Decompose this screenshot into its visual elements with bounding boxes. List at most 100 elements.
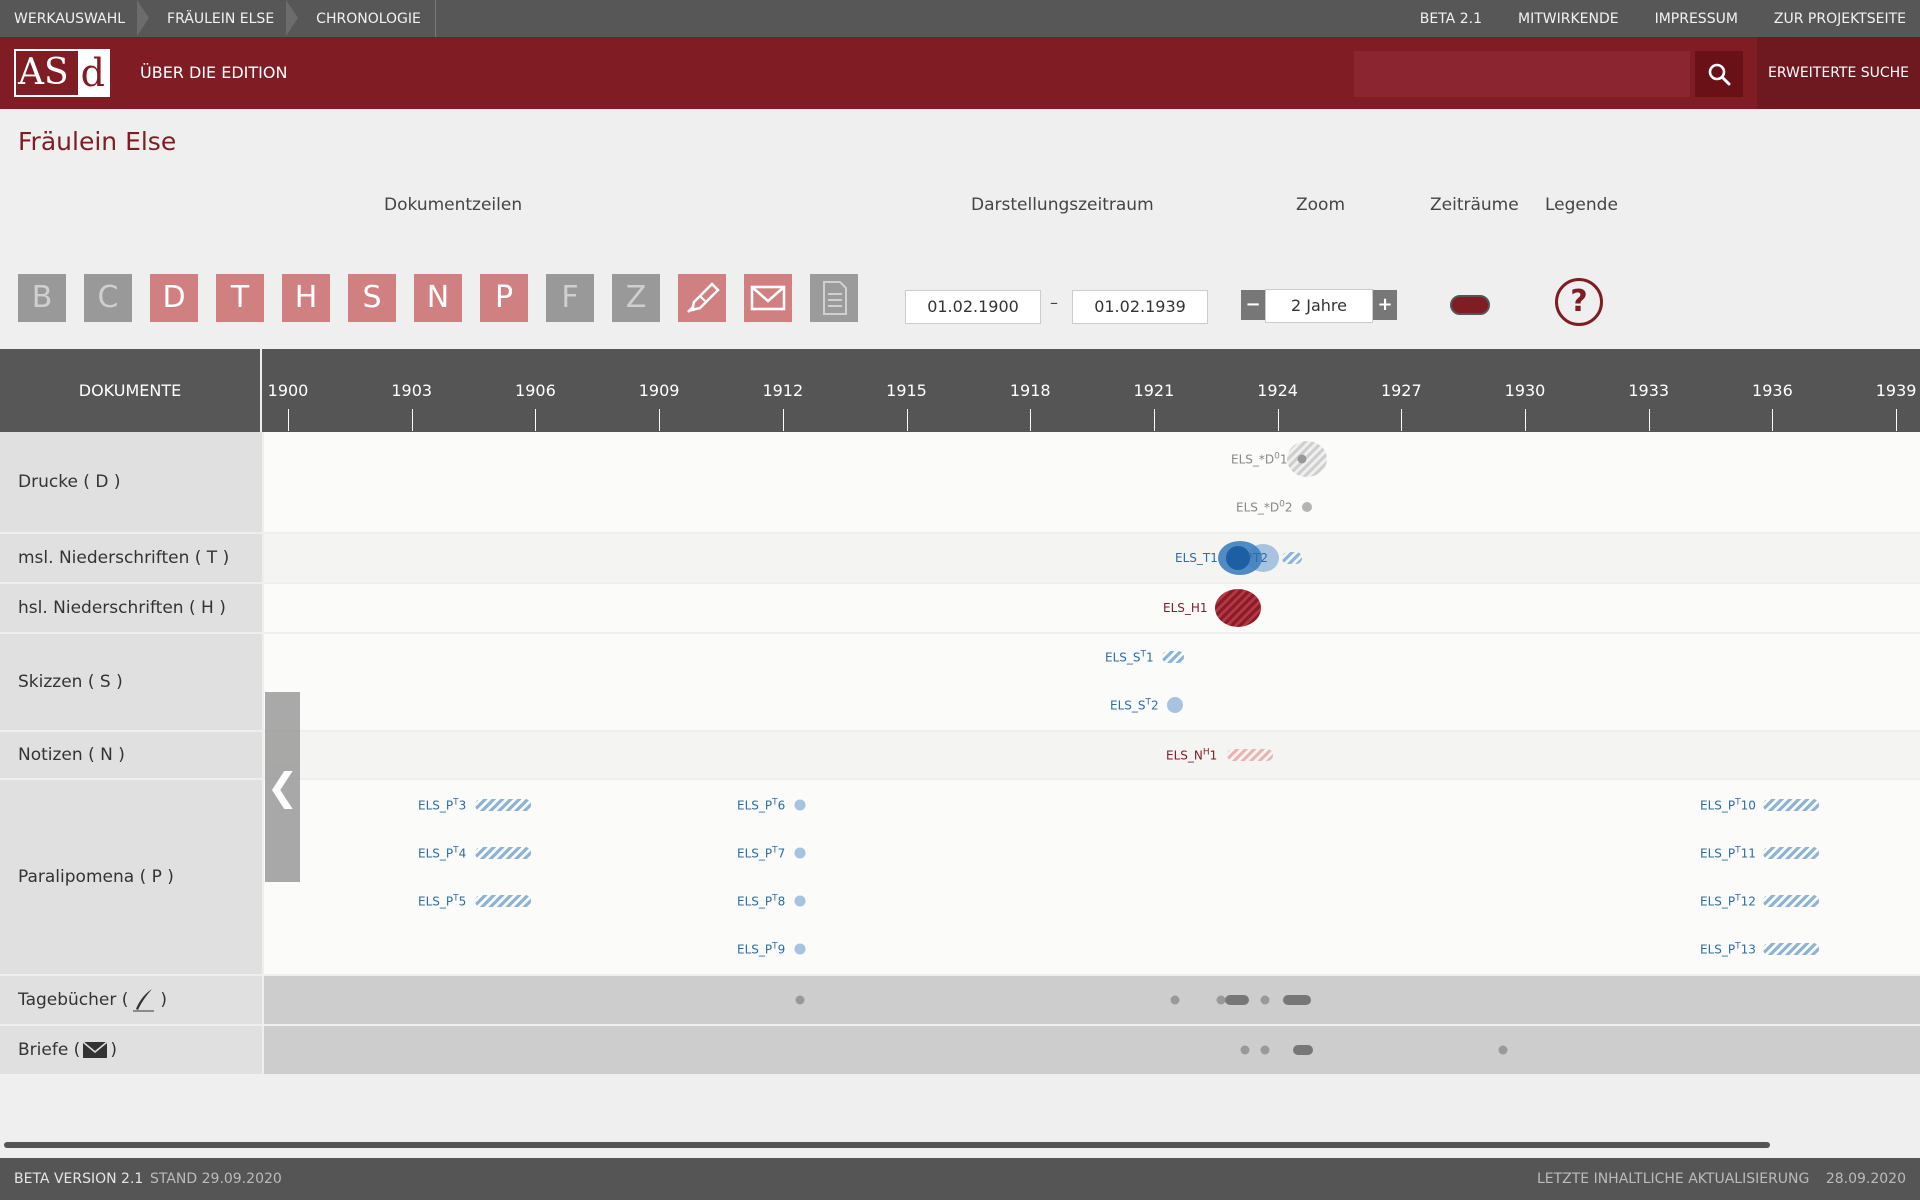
document-range-marker[interactable] [1763, 799, 1819, 811]
doc-label-text: ELS_S [1105, 650, 1141, 665]
document-range-marker[interactable] [1763, 943, 1819, 955]
doc-type-button-p[interactable]: P [480, 274, 528, 322]
document-label[interactable]: ELS_PT5 [418, 894, 466, 909]
diary-toggle-button[interactable] [678, 274, 726, 322]
about-edition-link[interactable]: ÜBER DIE EDITION [140, 37, 287, 109]
projektseite-link[interactable]: ZUR PROJEKTSEITE [1752, 0, 1920, 37]
document-label[interactable]: ELS_PT6 [737, 798, 785, 813]
document-label[interactable]: ELS_PT7 [737, 846, 785, 861]
document-label[interactable]: ELS_PT10 [1700, 798, 1756, 813]
collapse-panel-button[interactable]: ❮ [265, 692, 300, 882]
document-marker[interactable] [794, 943, 806, 955]
doc-label-text: ELS_P [737, 942, 773, 957]
row-label-hsl: hsl. Niederschriften ( H ) [0, 584, 262, 632]
document-label[interactable]: ELS_H1 [1163, 601, 1208, 615]
doc-rows-label: Dokumentzeilen [384, 195, 523, 215]
year-label: 1921 [1133, 381, 1175, 400]
document-label[interactable]: *T2 [1247, 551, 1268, 565]
document-marker[interactable] [1215, 589, 1261, 627]
zoom-out-button[interactable]: − [1241, 290, 1265, 320]
document-range-marker[interactable] [475, 847, 531, 859]
document-range-marker[interactable] [1282, 552, 1302, 564]
search-input[interactable] [1354, 51, 1690, 97]
doc-type-button-t[interactable]: T [216, 274, 264, 322]
document-label[interactable]: ELS_*D01 [1231, 452, 1288, 467]
diary-marker[interactable] [1170, 995, 1180, 1005]
document-label[interactable]: ELS_PT4 [418, 846, 466, 861]
year-label: 1912 [762, 381, 804, 400]
impressum-link[interactable]: IMPRESSUM [1633, 0, 1752, 37]
doc-type-button-h[interactable]: H [282, 274, 330, 322]
document-marker[interactable] [1287, 441, 1327, 477]
document-label[interactable]: ELS_PT11 [1700, 846, 1756, 861]
document-range-marker[interactable] [1763, 895, 1819, 907]
top-links: BETA 2.1 MITWIRKENDE IMPRESSUM ZUR PROJE… [1398, 0, 1920, 37]
timeline-axis: 1900 1903 1906 1909 1912 1915 1918 1921 1924 1927… [264, 349, 1920, 432]
diary-marker[interactable] [1260, 995, 1270, 1005]
row-hsl [264, 584, 1920, 632]
horizontal-scrollbar[interactable] [4, 1142, 1770, 1148]
document-marker[interactable] [794, 799, 806, 811]
year-label: 1903 [391, 381, 433, 400]
year-label: 1930 [1504, 381, 1546, 400]
document-label[interactable]: ELS_PT12 [1700, 894, 1756, 909]
document-marker[interactable] [1302, 502, 1312, 512]
date-from-input[interactable]: 01.02.1900 [905, 290, 1041, 324]
document-marker[interactable] [1167, 697, 1183, 713]
advanced-search-button[interactable]: ERWEITERTE SUCHE [1757, 37, 1920, 109]
mitwirkende-link[interactable]: MITWIRKENDE [1496, 0, 1633, 37]
zoom-in-button[interactable]: + [1373, 290, 1397, 320]
breadcrumb-fraeulein-else[interactable]: FRÄULEIN ELSE [153, 0, 288, 37]
document-label[interactable]: ELS_*D02 [1236, 500, 1293, 515]
letter-marker[interactable] [1240, 1045, 1250, 1055]
periods-toggle[interactable] [1450, 295, 1490, 315]
doc-type-button-c[interactable]: C [84, 274, 132, 322]
document-toggle-button[interactable] [810, 274, 858, 322]
footer-stand: STAND 29.09.2020 [150, 1171, 282, 1187]
document-label[interactable]: ELS_ST1 [1105, 650, 1154, 665]
letters-toggle-button[interactable] [744, 274, 792, 322]
doc-label-text: 3 [458, 798, 467, 813]
search-button[interactable] [1695, 51, 1743, 97]
doc-type-button-s[interactable]: S [348, 274, 396, 322]
diary-marker[interactable] [1283, 995, 1311, 1005]
date-to-input[interactable]: 01.02.1939 [1072, 290, 1208, 324]
document-range-marker[interactable] [475, 895, 531, 907]
doc-label-sup: H [1202, 747, 1210, 758]
document-marker[interactable] [1297, 454, 1307, 464]
document-label[interactable]: ELS_T1 [1175, 551, 1218, 565]
year-tick [411, 409, 413, 431]
document-range-marker[interactable] [1162, 651, 1184, 663]
beta-link[interactable]: BETA 2.1 [1398, 0, 1496, 37]
document-label[interactable]: ELS_PT8 [737, 894, 785, 909]
doc-type-button-n[interactable]: N [414, 274, 462, 322]
document-label[interactable]: ELS_PT3 [418, 798, 466, 813]
document-range-marker[interactable] [1227, 749, 1273, 761]
document-label[interactable]: ELS_PT13 [1700, 942, 1756, 957]
footer-update-date: 28.09.2020 [1825, 1171, 1906, 1187]
asd-logo[interactable]: AS d [14, 49, 110, 97]
diary-marker[interactable] [1225, 995, 1249, 1005]
letter-marker[interactable] [1498, 1045, 1508, 1055]
document-marker[interactable] [794, 847, 806, 859]
doc-type-button-f[interactable]: F [546, 274, 594, 322]
legend-button[interactable]: ? [1555, 278, 1603, 326]
document-label[interactable]: ELS_ST2 [1110, 698, 1159, 713]
document-range-marker[interactable] [1763, 847, 1819, 859]
diary-marker[interactable] [795, 995, 805, 1005]
year-tick [1772, 409, 1774, 431]
breadcrumb-chronologie[interactable]: CHRONOLOGIE [302, 0, 435, 37]
doc-type-button-d[interactable]: D [150, 274, 198, 322]
breadcrumb-werkauswahl[interactable]: WERKAUSWAHL [0, 0, 139, 37]
document-range-marker[interactable] [475, 799, 531, 811]
doc-label-text: 7 [777, 846, 786, 861]
letter-marker[interactable] [1293, 1045, 1313, 1055]
doc-type-button-z[interactable]: Z [612, 274, 660, 322]
document-label[interactable]: ELS_PT9 [737, 942, 785, 957]
logo-text-d: d [77, 51, 108, 95]
doc-label-text: 1 [1209, 748, 1218, 763]
letter-marker[interactable] [1260, 1045, 1270, 1055]
doc-type-button-b[interactable]: B [18, 274, 66, 322]
document-label[interactable]: ELS_NH1 [1166, 748, 1217, 763]
document-marker[interactable] [794, 895, 806, 907]
